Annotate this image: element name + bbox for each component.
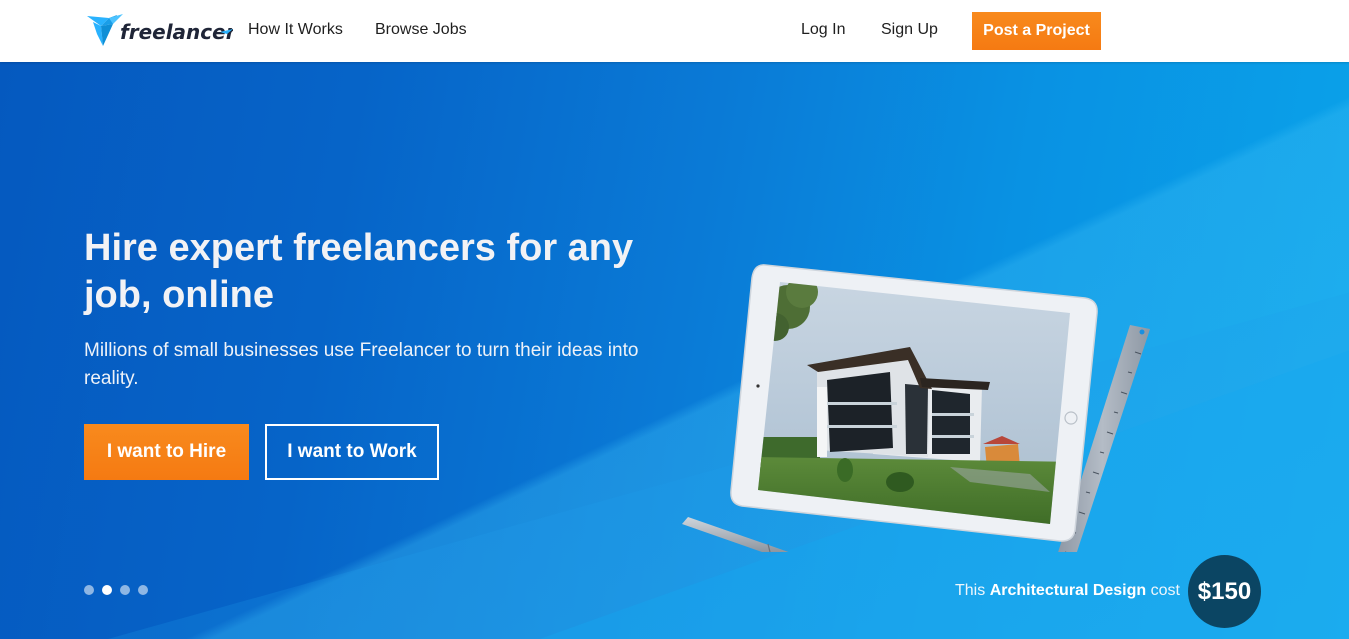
freelancer-logo[interactable]: freelancer: [87, 12, 233, 50]
nav-browse-jobs[interactable]: Browse Jobs: [375, 20, 467, 40]
pen: [682, 517, 899, 593]
nav-sign-up[interactable]: Sign Up: [881, 20, 938, 40]
site-header: freelancer How It Works Browse Jobs Log …: [0, 0, 1349, 62]
hero-title: Hire expert freelancers for any job, onl…: [84, 227, 634, 316]
carousel-dot-2[interactable]: [102, 585, 112, 595]
hire-button[interactable]: I want to Hire: [84, 424, 249, 480]
caption-prefix: This: [955, 582, 986, 599]
logo-wordmark: freelancer: [120, 20, 233, 44]
nav-log-in[interactable]: Log In: [801, 20, 845, 40]
nav-how-it-works[interactable]: How It Works: [248, 20, 343, 40]
logo-bird-icon: freelancer: [87, 14, 233, 46]
tablet: [730, 264, 1098, 542]
hero-illustration: [670, 192, 1170, 593]
slide-caption: This Architectural Design cost: [955, 581, 1180, 601]
caption-category: Architectural Design: [989, 582, 1147, 599]
carousel-dot-1[interactable]: [84, 585, 94, 595]
post-project-button[interactable]: Post a Project: [972, 12, 1101, 50]
carousel-dot-4[interactable]: [138, 585, 148, 595]
caption-suffix: cost: [1150, 582, 1180, 599]
carousel-dot-3[interactable]: [120, 585, 130, 595]
carousel-indicators: [84, 585, 148, 595]
tablet-image: [682, 264, 1150, 593]
hero-banner: Hire expert freelancers for any job, onl…: [0, 62, 1349, 639]
hero-subtitle: Millions of small businesses use Freelan…: [84, 340, 639, 389]
work-button[interactable]: I want to Work: [265, 424, 439, 480]
price-badge: $150: [1188, 555, 1261, 628]
